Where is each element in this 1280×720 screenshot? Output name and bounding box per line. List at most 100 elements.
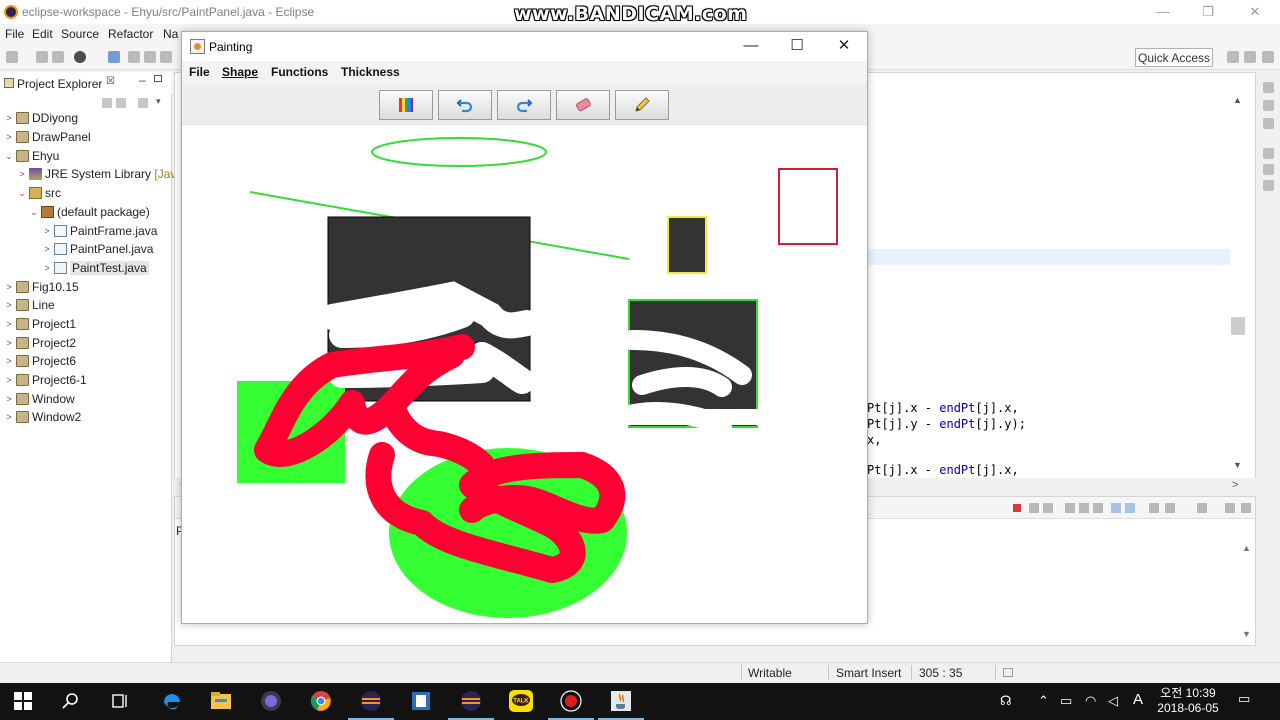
painting-minimize-button[interactable]: — <box>728 36 774 58</box>
outline-icon[interactable] <box>1263 82 1274 93</box>
chrome-icon[interactable] <box>308 688 334 714</box>
focus-icon[interactable] <box>138 98 148 108</box>
quick-access-field[interactable]: Quick Access <box>1135 48 1213 67</box>
eclipse-icon[interactable] <box>348 688 394 720</box>
resume-icon[interactable] <box>128 51 140 63</box>
eclipse-minimize-button[interactable]: — <box>1148 2 1178 22</box>
maximize-view-icon[interactable] <box>154 75 162 82</box>
scroll-right-icon[interactable]: > <box>1232 479 1238 491</box>
project-explorer-title[interactable]: Project Explorer <box>17 77 102 91</box>
menu-navigate[interactable]: Na <box>163 27 178 41</box>
menu-edit[interactable]: Edit <box>32 27 53 41</box>
remove-launch-icon[interactable] <box>1029 503 1039 513</box>
menu-functions[interactable]: Functions <box>271 65 328 79</box>
close-view-icon[interactable]: ☒ <box>106 76 115 87</box>
word-wrap-icon[interactable] <box>1093 503 1103 513</box>
problems-icon[interactable] <box>1263 148 1274 159</box>
network-icon[interactable]: ◠ <box>1085 693 1096 709</box>
volume-icon[interactable]: ◁ <box>1108 693 1118 709</box>
hierarchy-icon[interactable] <box>1263 118 1274 129</box>
painting-maximize-button[interactable]: ☐ <box>774 36 820 58</box>
tree-item-paintpanel[interactable]: > PaintPanel.java <box>42 240 153 258</box>
edge-icon[interactable] <box>159 688 185 714</box>
people-icon[interactable]: ☊ <box>1000 693 1012 709</box>
scroll-up-icon[interactable]: ▲ <box>1233 95 1242 105</box>
open-console-icon[interactable] <box>1197 503 1207 513</box>
color-button[interactable] <box>379 90 433 120</box>
scroll-lock-icon[interactable] <box>1079 503 1089 513</box>
tree-item-drawpanel[interactable]: > DrawPanel <box>4 128 90 146</box>
eclipse-icon[interactable] <box>448 688 494 720</box>
clear-console-icon[interactable] <box>1065 503 1075 513</box>
task-list-icon[interactable] <box>1263 100 1274 111</box>
input-method-indicator[interactable]: A <box>1133 691 1143 708</box>
tree-item-line[interactable]: > Line <box>4 296 54 314</box>
display-console-icon[interactable] <box>1165 503 1175 513</box>
windows-start-icon[interactable] <box>10 688 36 714</box>
scroll-up-icon[interactable]: ▲ <box>1242 543 1251 553</box>
java-perspective-icon[interactable] <box>1262 51 1274 63</box>
maximize-view-icon[interactable] <box>1241 503 1251 513</box>
skip-breakpoints-icon[interactable] <box>108 51 120 63</box>
javadoc-icon[interactable] <box>1263 164 1274 175</box>
terminate-icon[interactable] <box>1013 504 1021 512</box>
search-icon[interactable] <box>58 688 84 714</box>
tree-item-default-package[interactable]: ⌄ (default package) <box>29 203 150 221</box>
tree-item-jre-library[interactable]: > JRE System Library [Java <box>17 165 183 183</box>
action-center-icon[interactable]: ▭ <box>1238 691 1250 707</box>
save-icon[interactable] <box>36 51 48 63</box>
tree-item-window[interactable]: > Window <box>4 390 74 408</box>
suspend-icon[interactable] <box>144 51 156 63</box>
tree-item-paintframe[interactable]: > PaintFrame.java <box>42 222 157 240</box>
terminate-icon[interactable] <box>160 51 172 63</box>
save-all-icon[interactable] <box>52 51 64 63</box>
java-icon[interactable] <box>598 688 644 720</box>
declaration-icon[interactable] <box>1263 180 1274 191</box>
minimize-view-icon[interactable] <box>1225 503 1235 513</box>
drawing-canvas[interactable] <box>182 125 867 623</box>
painting-close-button[interactable]: ✕ <box>821 36 867 58</box>
debug-icon[interactable] <box>74 51 86 63</box>
scroll-down-icon[interactable]: ▼ <box>1242 629 1251 639</box>
battery-icon[interactable]: ▭ <box>1060 693 1072 709</box>
bandicam-record-icon[interactable] <box>548 688 594 720</box>
scroll-down-icon[interactable]: ▼ <box>1233 460 1242 470</box>
undo-button[interactable] <box>438 90 492 120</box>
eclipse-close-button[interactable]: ✕ <box>1240 2 1270 22</box>
tree-item-src[interactable]: ⌄ src <box>17 184 61 202</box>
link-with-editor-icon[interactable] <box>116 98 126 108</box>
new-icon[interactable] <box>6 51 18 63</box>
tree-item-ehyu[interactable]: ⌄ Ehyu <box>4 147 59 165</box>
eclipse-maximize-button[interactable]: ❐ <box>1193 2 1223 22</box>
show-on-output-icon[interactable] <box>1111 503 1121 513</box>
tree-item-project1[interactable]: > Project1 <box>4 315 76 333</box>
tree-item-project6-1[interactable]: > Project6-1 <box>4 371 86 389</box>
menu-source[interactable]: Source <box>61 27 99 41</box>
view-menu-icon[interactable]: ▾ <box>156 96 166 106</box>
tree-item-project6[interactable]: > Project6 <box>4 352 76 370</box>
tree-item-window2[interactable]: > Window2 <box>4 408 81 426</box>
menu-shape[interactable]: Shape <box>222 65 258 79</box>
show-on-error-icon[interactable] <box>1125 503 1135 513</box>
eraser-button[interactable] <box>556 90 610 120</box>
taskbar-clock[interactable]: 오전 10:39 2018-06-05 <box>1152 686 1224 716</box>
file-explorer-icon[interactable] <box>208 688 234 714</box>
remove-all-icon[interactable] <box>1043 503 1053 513</box>
media-icon[interactable] <box>258 688 284 714</box>
tree-item-fig10-15[interactable]: > Fig10.15 <box>4 278 78 296</box>
menu-refactor[interactable]: Refactor <box>108 27 153 41</box>
menu-thickness[interactable]: Thickness <box>341 65 400 79</box>
tree-item-painttest[interactable]: > PaintTest.java <box>42 259 149 277</box>
redo-button[interactable] <box>497 90 551 120</box>
menu-file[interactable]: File <box>5 27 24 41</box>
editor-vscrollbar[interactable]: ▲ ▼ <box>1230 92 1246 477</box>
task-view-icon[interactable] <box>107 688 133 714</box>
collapse-all-icon[interactable] <box>102 98 112 108</box>
open-perspective-icon[interactable] <box>1227 51 1239 63</box>
app-icon[interactable] <box>408 688 434 714</box>
scroll-thumb[interactable] <box>1231 317 1245 335</box>
tree-item-project2[interactable]: > Project2 <box>4 334 76 352</box>
show-hidden-icons[interactable]: ⌃ <box>1038 693 1049 709</box>
menu-file[interactable]: File <box>189 65 210 79</box>
tree-item-ddiyong[interactable]: > DDiyong <box>4 109 78 127</box>
